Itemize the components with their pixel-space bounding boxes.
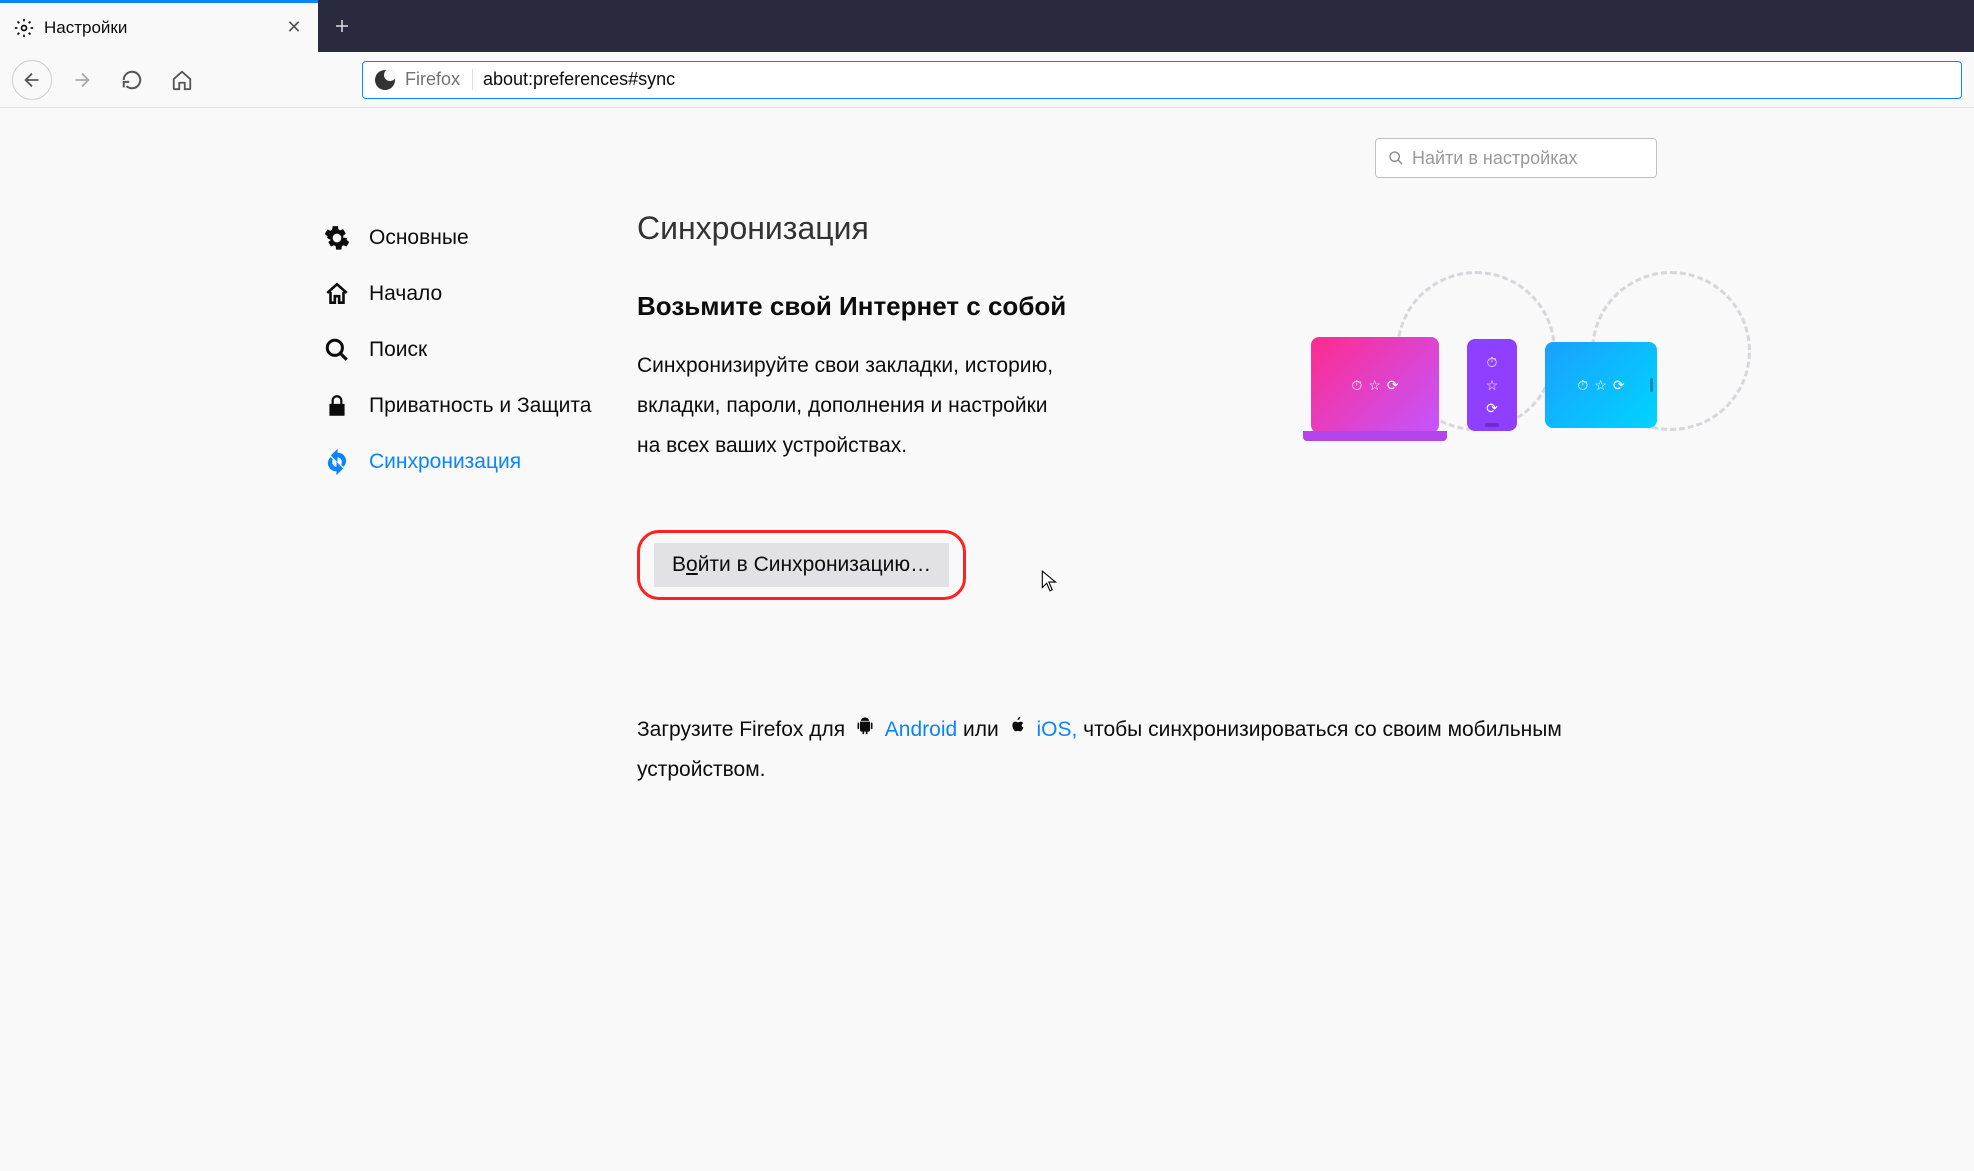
phone-icon: ⏱☆⟳ <box>1467 339 1517 431</box>
android-icon <box>855 710 875 750</box>
sidebar-item-label: Основные <box>369 226 469 250</box>
sidebar-item-label: Приватность и Защита <box>369 394 591 418</box>
home-icon <box>323 280 351 308</box>
home-button[interactable] <box>162 60 202 100</box>
page-title: Синхронизация <box>637 210 1657 247</box>
forward-button[interactable] <box>62 60 102 100</box>
gear-icon <box>323 224 351 252</box>
sync-subheading: Возьмите свой Интернет с собой <box>637 291 1251 322</box>
laptop-icon: ⏱☆⟳ <box>1311 337 1439 433</box>
firefox-icon <box>375 70 395 90</box>
identity-label: Firefox <box>405 69 473 90</box>
sidebar-item-home[interactable]: Начало <box>317 266 627 322</box>
tablet-icon: ⏱☆⟳ <box>1545 342 1657 428</box>
preferences-search[interactable] <box>1375 138 1657 178</box>
sync-panel: Синхронизация Возьмите свой Интернет с с… <box>627 138 1657 790</box>
url-bar[interactable]: Firefox about:preferences#sync <box>362 61 1962 99</box>
close-icon[interactable]: ✕ <box>284 18 304 38</box>
browser-toolbar: Firefox about:preferences#sync <box>0 52 1974 108</box>
search-icon <box>323 336 351 364</box>
preferences-sidebar: Основные Начало Поиск <box>317 138 627 790</box>
sync-description: Синхронизируйте свои закладки, историю, … <box>637 346 1067 466</box>
lock-icon <box>323 392 351 420</box>
sync-icon <box>323 448 351 476</box>
sidebar-item-sync[interactable]: Синхронизация <box>317 434 627 490</box>
search-icon <box>1388 150 1404 166</box>
url-text: about:preferences#sync <box>483 69 1949 90</box>
sync-devices-illustration: ⏱☆⟳ ⏱☆⟳ ⏱☆⟳ <box>1311 291 1657 466</box>
sidebar-item-general[interactable]: Основные <box>317 210 627 266</box>
download-mobile-text: Загрузите Firefox для Android или iOS, ч… <box>637 710 1657 790</box>
sidebar-item-search[interactable]: Поиск <box>317 322 627 378</box>
gear-icon <box>14 18 34 38</box>
sidebar-item-privacy[interactable]: Приватность и Защита <box>317 378 627 434</box>
apple-icon <box>1009 710 1027 750</box>
tab-title: Настройки <box>44 18 274 38</box>
cursor-icon <box>1041 570 1059 592</box>
ios-link[interactable]: iOS, <box>1036 718 1077 741</box>
tab-bar: Настройки ✕ <box>0 0 1974 52</box>
browser-tab[interactable]: Настройки ✕ <box>0 0 318 52</box>
back-button[interactable] <box>12 60 52 100</box>
sidebar-item-label: Синхронизация <box>369 450 521 474</box>
reload-button[interactable] <box>112 60 152 100</box>
signin-highlight: Войти в Синхронизацию… <box>637 530 966 600</box>
sidebar-item-label: Начало <box>369 282 442 306</box>
new-tab-button[interactable] <box>318 0 366 52</box>
sidebar-item-label: Поиск <box>369 338 427 362</box>
android-link[interactable]: Android <box>885 718 957 741</box>
search-input[interactable] <box>1412 148 1644 169</box>
signin-sync-button[interactable]: Войти в Синхронизацию… <box>654 543 949 587</box>
